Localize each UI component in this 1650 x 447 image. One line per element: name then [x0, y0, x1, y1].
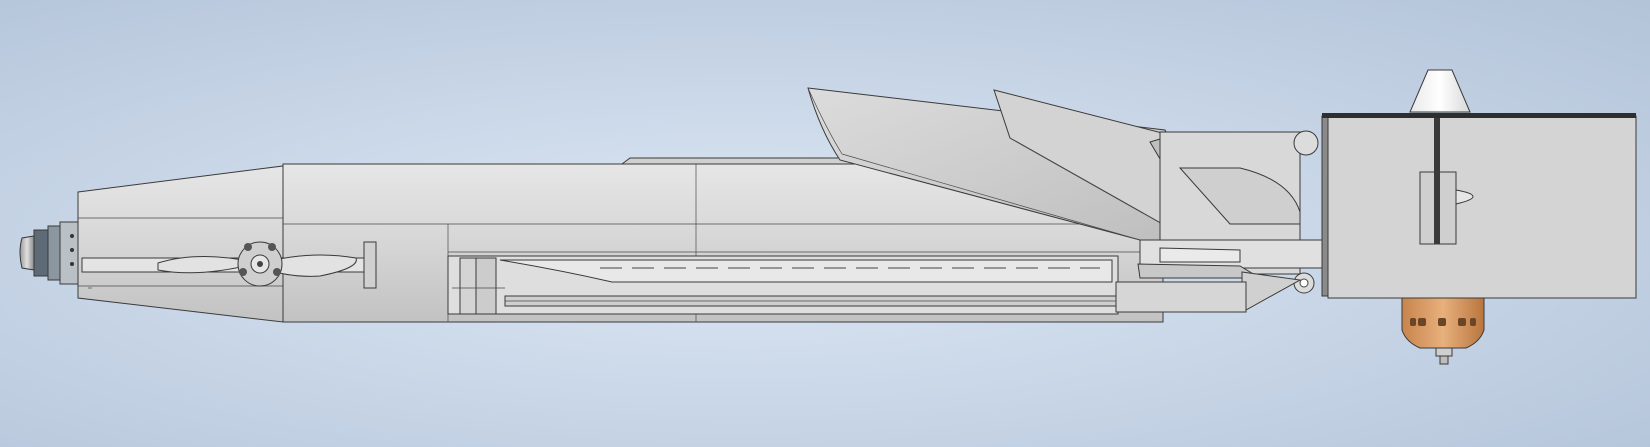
cad-model-view[interactable] — [0, 0, 1650, 447]
cad-viewport[interactable] — [0, 0, 1650, 447]
motor-housing[interactable] — [1321, 113, 1637, 299]
rail-bay[interactable] — [447, 255, 1119, 315]
nose-cap[interactable] — [19, 221, 79, 285]
exhaust-nozzle[interactable] — [1401, 297, 1485, 365]
top-cone[interactable] — [1409, 69, 1471, 113]
